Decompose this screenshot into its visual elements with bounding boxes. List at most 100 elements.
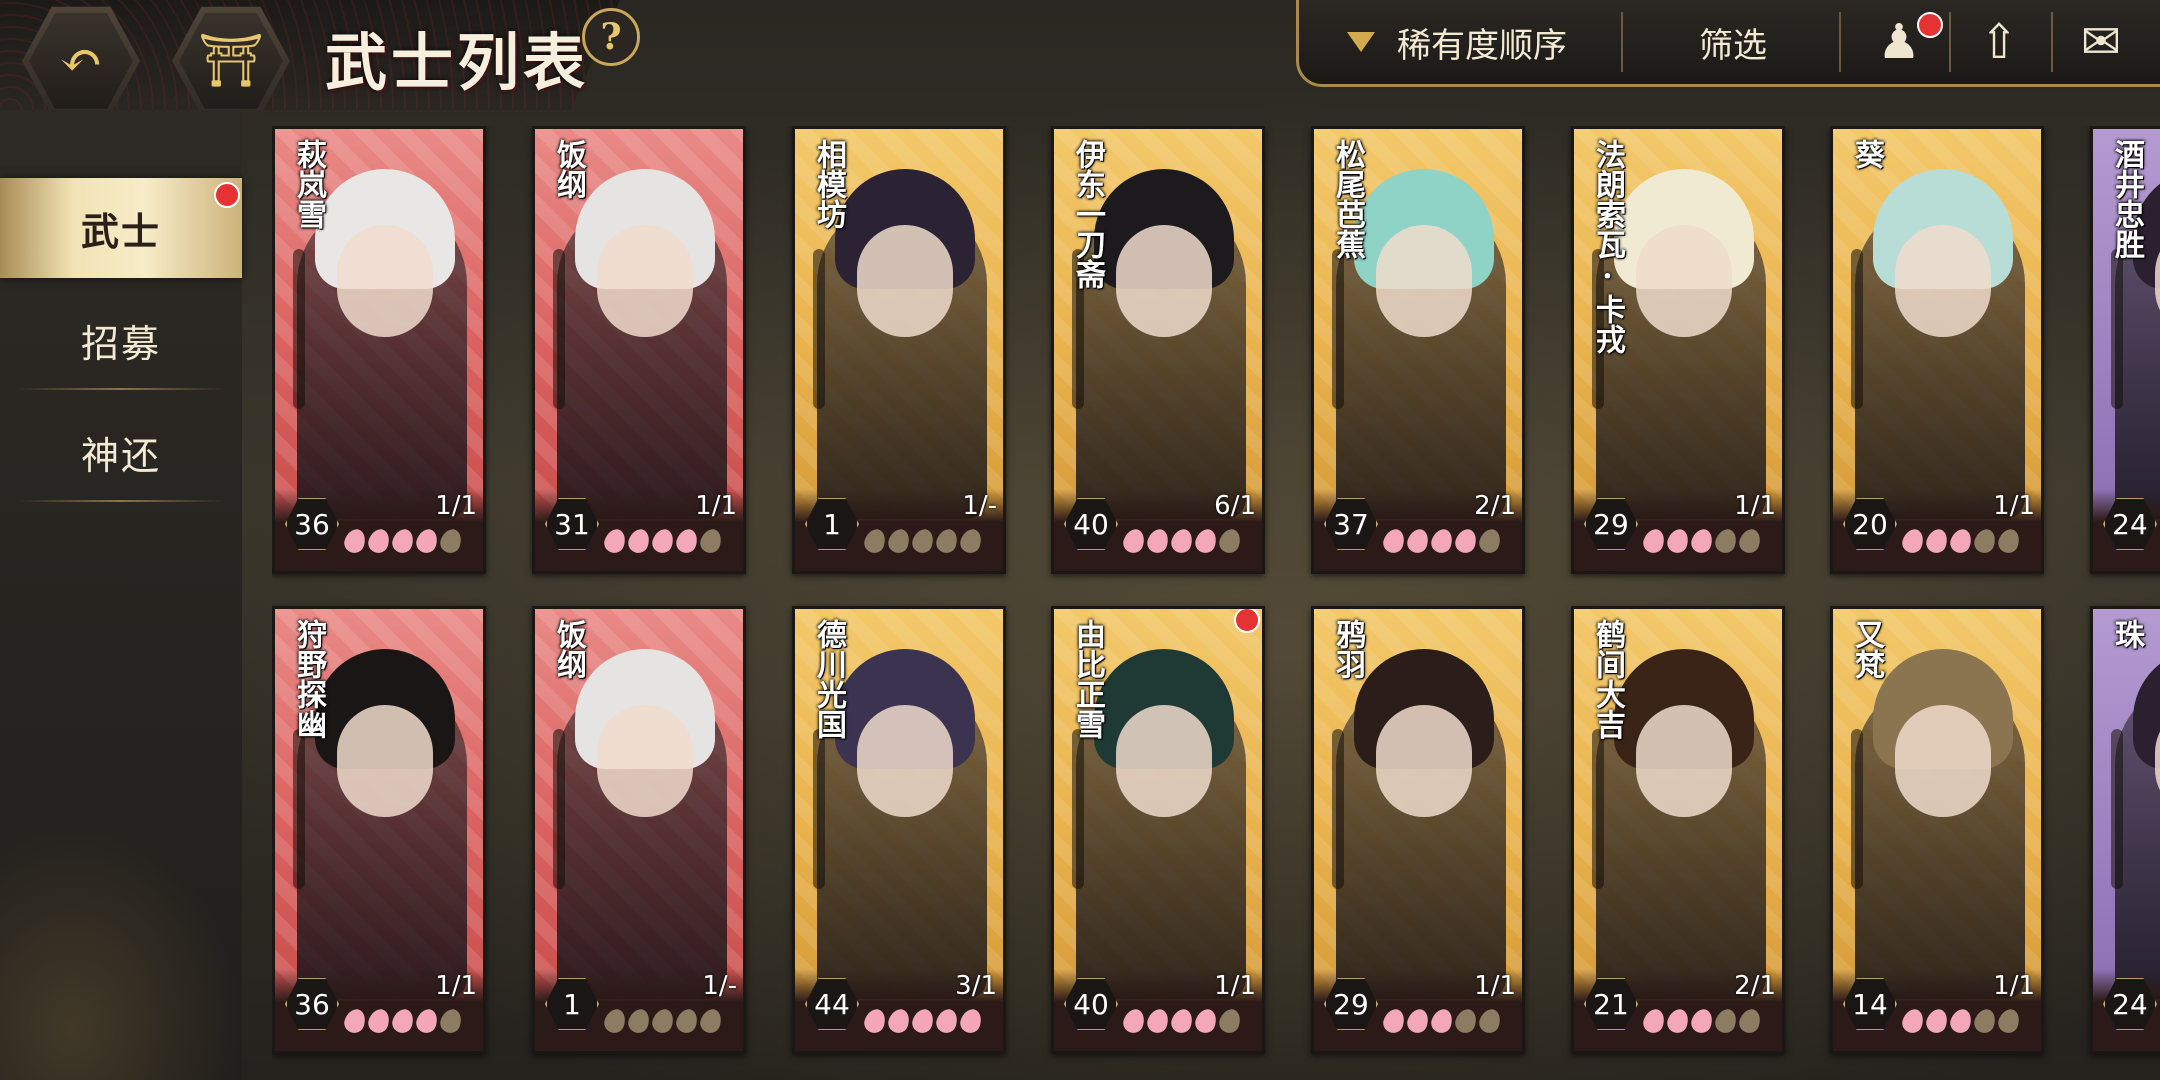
- petal-icon: [1640, 1006, 1668, 1036]
- name-backdrop: [1851, 729, 1863, 889]
- samurai-card[interactable]: 饭纲 31 1/1: [532, 126, 746, 574]
- petal-icon: [1404, 1006, 1432, 1036]
- petal-icon: [1640, 526, 1668, 556]
- samurai-card[interactable]: 鸦羽 29 1/1: [1311, 606, 1525, 1054]
- card-name: 珠: [2109, 619, 2144, 649]
- card-name: 酒井忠胜: [2109, 139, 2144, 259]
- petal-icon: [673, 526, 701, 556]
- samurai-card[interactable]: 相模坊 1 1/-: [792, 126, 1006, 574]
- card-name: 伊东一刀斋: [1070, 139, 1105, 289]
- petal-icon: [933, 1006, 961, 1036]
- samurai-card[interactable]: 珠 24: [2090, 606, 2160, 1054]
- samurai-card[interactable]: 法朗索瓦·卡戎 29 1/1: [1571, 126, 1785, 574]
- petal-icon: [1144, 526, 1172, 556]
- character-face: [337, 705, 433, 817]
- copy-count: 1/1: [1214, 971, 1256, 1001]
- filter-label: 筛选: [1699, 25, 1767, 66]
- character-face: [1895, 225, 1991, 337]
- petal-icon: [601, 526, 629, 556]
- character-face: [1116, 705, 1212, 817]
- sidebar-item-return[interactable]: 神还: [0, 402, 242, 502]
- petal-icon: [649, 526, 677, 556]
- name-backdrop: [1332, 729, 1344, 889]
- notification-dot: [214, 182, 240, 208]
- card-portrait: [1833, 129, 2041, 529]
- character-face: [597, 705, 693, 817]
- sidebar-item-label: 招募: [80, 321, 161, 366]
- petal-icon: [413, 1006, 441, 1036]
- petal-icon: [1144, 1006, 1172, 1036]
- character-face: [337, 225, 433, 337]
- petal-icon: [1428, 1006, 1456, 1036]
- petal-icon: [1899, 1006, 1927, 1036]
- upgrade-button[interactable]: ⇧: [1959, 10, 2039, 74]
- petal-icon: [341, 1006, 369, 1036]
- dropdown-triangle-icon: [1347, 32, 1375, 52]
- samurai-card[interactable]: 鹤间大吉 21 2/1: [1571, 606, 1785, 1054]
- rarity-petals: [861, 1006, 985, 1036]
- samurai-card[interactable]: 伊东一刀斋 40 6/1: [1051, 126, 1265, 574]
- samurai-card[interactable]: 松尾芭蕉 37 2/1: [1311, 126, 1525, 574]
- sidebar-item-samurai[interactable]: 武士: [0, 178, 242, 278]
- card-name: 由比正雪: [1070, 619, 1105, 739]
- divider: [18, 500, 224, 502]
- name-backdrop: [1592, 729, 1604, 889]
- sort-dropdown[interactable]: 稀有度顺序: [1347, 14, 1567, 70]
- top-bar: ↶ ⛩ 武士列表 ? 稀有度顺序 筛选 ♟ ⇧ ✉: [0, 0, 2160, 116]
- sidebar-item-label: 神还: [80, 433, 161, 478]
- rarity-petals: [601, 526, 725, 556]
- petal-icon: [389, 526, 417, 556]
- back-arrow-icon: ↶: [29, 13, 133, 109]
- filter-button[interactable]: 筛选: [1699, 14, 1767, 70]
- character-face: [1376, 705, 1472, 817]
- petal-icon: [1712, 526, 1740, 556]
- petal-icon: [1995, 526, 2023, 556]
- rarity-petals: [1899, 1006, 2023, 1036]
- petal-icon: [625, 526, 653, 556]
- samurai-card[interactable]: 葵 20 1/1: [1830, 126, 2044, 574]
- character-face: [857, 225, 953, 337]
- samurai-card[interactable]: 德川光国 44 3/1: [792, 606, 1006, 1054]
- petal-icon: [1664, 526, 1692, 556]
- petal-icon: [1168, 1006, 1196, 1036]
- petal-icon: [909, 1006, 937, 1036]
- rarity-petals: [1120, 526, 1244, 556]
- petal-icon: [1452, 1006, 1480, 1036]
- character-face: [1376, 225, 1472, 337]
- card-name: 鸦羽: [1330, 619, 1365, 679]
- name-backdrop: [813, 249, 825, 409]
- notification-dot: [1234, 609, 1260, 633]
- petal-icon: [1947, 1006, 1975, 1036]
- petal-icon: [365, 526, 393, 556]
- card-name: 葵: [1849, 139, 1884, 169]
- petal-icon: [1192, 1006, 1220, 1036]
- samurai-card[interactable]: 饭纲 1 1/-: [532, 606, 746, 1054]
- petal-icon: [1428, 526, 1456, 556]
- character-face: [1636, 225, 1732, 337]
- petal-icon: [1923, 1006, 1951, 1036]
- samurai-card[interactable]: 萩岚雪 36 1/1: [272, 126, 486, 574]
- header-right-panel: 稀有度顺序 筛选 ♟ ⇧ ✉: [1296, 0, 2160, 87]
- petal-icon: [1168, 526, 1196, 556]
- character-button[interactable]: ♟: [1859, 10, 1943, 74]
- samurai-card[interactable]: 又梵 14 1/1: [1830, 606, 2044, 1054]
- copy-count: 2/1: [1474, 491, 1516, 521]
- name-backdrop: [553, 729, 565, 889]
- sidebar-item-recruit[interactable]: 招募: [0, 290, 242, 390]
- name-backdrop: [2111, 249, 2123, 409]
- petal-icon: [1380, 1006, 1408, 1036]
- card-name: 又梵: [1849, 619, 1884, 679]
- petal-icon: [885, 526, 913, 556]
- help-button[interactable]: ?: [582, 8, 640, 66]
- notification-dot: [1917, 12, 1943, 38]
- samurai-card[interactable]: 由比正雪 40 1/1: [1051, 606, 1265, 1054]
- mail-button[interactable]: ✉: [2061, 10, 2141, 74]
- petal-icon: [933, 526, 961, 556]
- samurai-card[interactable]: 狩野探幽 36 1/1: [272, 606, 486, 1054]
- character-face: [1636, 705, 1732, 817]
- samurai-card[interactable]: 酒井忠胜 24: [2090, 126, 2160, 574]
- divider: [1621, 12, 1623, 72]
- rarity-petals: [1380, 1006, 1504, 1036]
- name-backdrop: [293, 249, 305, 409]
- petal-icon: [861, 526, 889, 556]
